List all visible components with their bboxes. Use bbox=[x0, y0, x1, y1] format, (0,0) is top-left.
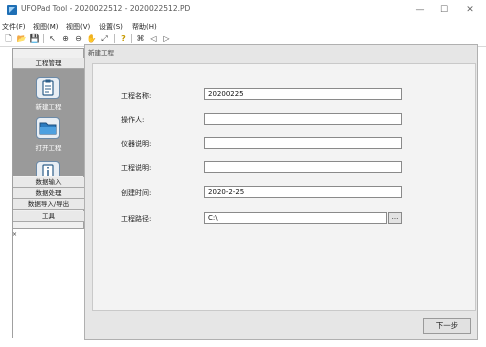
toolbar-separator bbox=[43, 34, 44, 43]
instrument-description-field[interactable] bbox=[204, 137, 402, 149]
toolbar-separator bbox=[131, 34, 132, 43]
window-title: UFOPad Tool - 2020022512 - 2020022512.PD bbox=[21, 4, 191, 13]
nav-header-project-management[interactable]: 工程管理 bbox=[13, 58, 84, 69]
pointer-icon[interactable]: ↖ bbox=[47, 33, 58, 44]
project-description-field[interactable] bbox=[204, 161, 402, 173]
nav-header-data-input[interactable]: 数据输入 bbox=[13, 177, 84, 188]
project-name-field[interactable]: 20200225 bbox=[204, 88, 402, 100]
menu-file[interactable]: 文件(F) bbox=[2, 22, 26, 32]
nav-header-data-processing[interactable]: 数据处理 bbox=[13, 188, 84, 199]
menu-settings[interactable]: 设置(S) bbox=[99, 22, 123, 32]
browse-path-button[interactable]: ... bbox=[388, 212, 402, 224]
zoom-out-icon[interactable]: ⊖ bbox=[73, 33, 84, 44]
maximize-button[interactable]: ☐ bbox=[436, 3, 452, 17]
help-icon[interactable]: ? bbox=[118, 33, 129, 44]
info-icon[interactable] bbox=[36, 161, 60, 176]
close-pane-icon[interactable]: × bbox=[12, 231, 17, 238]
nav-header-tools[interactable]: 工具 bbox=[13, 211, 84, 222]
instrument-description-label: 仪器说明: bbox=[121, 140, 152, 148]
close-button[interactable]: ✕ bbox=[462, 3, 478, 17]
save-icon[interactable]: 💾 bbox=[29, 33, 40, 44]
toolbar-separator bbox=[114, 34, 115, 43]
operator-field[interactable] bbox=[204, 113, 402, 125]
dialog-title: 新建工程 bbox=[88, 49, 114, 57]
project-name-label: 工程名称: bbox=[121, 92, 152, 100]
folder-icon[interactable] bbox=[36, 117, 60, 139]
creation-time-field[interactable]: 2020-2-25 bbox=[204, 186, 402, 198]
next-step-button[interactable]: 下一步 bbox=[423, 318, 471, 334]
pan-icon[interactable]: ✋ bbox=[86, 33, 97, 44]
menu-view-v[interactable]: 视图(V) bbox=[66, 22, 90, 32]
project-description-label: 工程说明: bbox=[121, 164, 152, 172]
project-path-field[interactable]: C:\ bbox=[204, 212, 387, 224]
zoom-in-icon[interactable]: ⊕ bbox=[60, 33, 71, 44]
menu-help[interactable]: 帮助(H) bbox=[132, 22, 157, 32]
project-tools-area: 新建工程 打开工程 bbox=[13, 69, 84, 176]
zoom-fit-icon[interactable]: ⤢ bbox=[99, 33, 110, 44]
menu-view-m[interactable]: 视图(M) bbox=[33, 22, 59, 32]
operator-label: 操作人: bbox=[121, 116, 145, 124]
project-path-label: 工程路径: bbox=[121, 215, 152, 223]
nav-header-data-import-export[interactable]: 数据导入/导出 bbox=[13, 199, 84, 210]
next-icon[interactable]: ▷ bbox=[161, 33, 172, 44]
open-project-button[interactable]: 打开工程 bbox=[13, 142, 84, 152]
previous-icon[interactable]: ◁ bbox=[148, 33, 159, 44]
export-icon[interactable]: ⌘ bbox=[135, 33, 146, 44]
open-folder-icon[interactable]: 📂 bbox=[16, 33, 27, 44]
clipboard-icon[interactable] bbox=[36, 77, 60, 99]
creation-time-label: 创建时间: bbox=[121, 189, 152, 197]
tool-list-panel bbox=[13, 228, 84, 338]
ufopad-app-icon bbox=[7, 5, 17, 15]
new-file-icon[interactable]: 🗋 bbox=[3, 33, 14, 44]
new-project-button[interactable]: 新建工程 bbox=[13, 101, 84, 111]
minimize-button[interactable]: — bbox=[412, 3, 428, 17]
